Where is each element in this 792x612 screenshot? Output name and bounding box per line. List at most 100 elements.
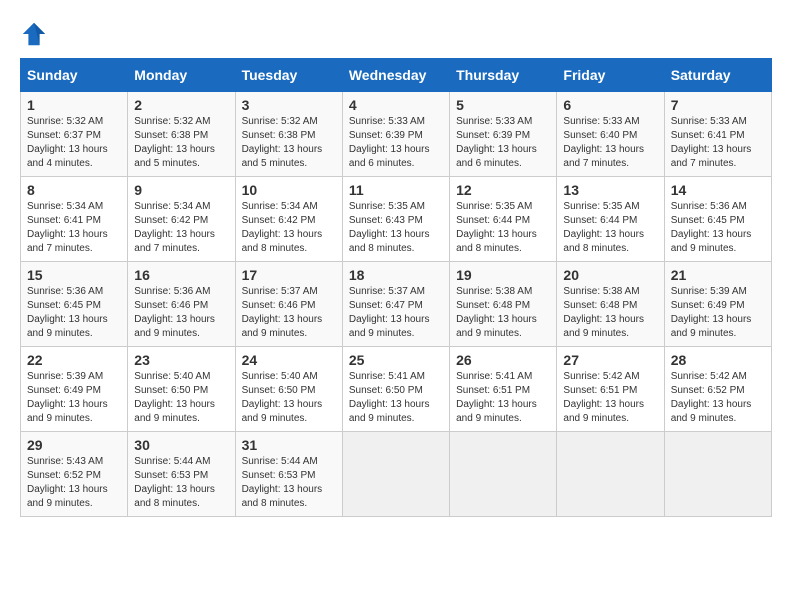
logo-icon [20,20,48,48]
day-number: 10 [242,182,336,198]
calendar-day-cell: 19 Sunrise: 5:38 AM Sunset: 6:48 PM Dayl… [450,262,557,347]
sunrise-label: Sunrise: 5:38 AM [563,286,639,297]
day-info: Sunrise: 5:32 AM Sunset: 6:38 PM Dayligh… [242,115,336,171]
calendar-day-cell: 22 Sunrise: 5:39 AM Sunset: 6:49 PM Dayl… [21,347,128,432]
day-number: 6 [563,97,657,113]
sunset-label: Sunset: 6:39 PM [456,130,530,141]
sunset-label: Sunset: 6:50 PM [349,385,423,396]
calendar-day-cell: 20 Sunrise: 5:38 AM Sunset: 6:48 PM Dayl… [557,262,664,347]
calendar-day-cell: 6 Sunrise: 5:33 AM Sunset: 6:40 PM Dayli… [557,92,664,177]
page-header [20,20,772,48]
daylight-label: Daylight: 13 hours and 7 minutes. [134,229,215,254]
sunrise-label: Sunrise: 5:32 AM [134,116,210,127]
day-info: Sunrise: 5:34 AM Sunset: 6:41 PM Dayligh… [27,200,121,256]
daylight-label: Daylight: 13 hours and 5 minutes. [242,144,323,169]
sunrise-label: Sunrise: 5:34 AM [134,201,210,212]
sunset-label: Sunset: 6:46 PM [242,300,316,311]
calendar-week-row: 8 Sunrise: 5:34 AM Sunset: 6:41 PM Dayli… [21,177,772,262]
day-number: 11 [349,182,443,198]
sunset-label: Sunset: 6:37 PM [27,130,101,141]
sunset-label: Sunset: 6:41 PM [27,215,101,226]
daylight-label: Daylight: 13 hours and 9 minutes. [349,314,430,339]
sunset-label: Sunset: 6:50 PM [242,385,316,396]
day-info: Sunrise: 5:40 AM Sunset: 6:50 PM Dayligh… [134,370,228,426]
day-number: 19 [456,267,550,283]
calendar-day-cell: 25 Sunrise: 5:41 AM Sunset: 6:50 PM Dayl… [342,347,449,432]
day-info: Sunrise: 5:42 AM Sunset: 6:51 PM Dayligh… [563,370,657,426]
sunrise-label: Sunrise: 5:44 AM [242,456,318,467]
sunset-label: Sunset: 6:52 PM [671,385,745,396]
day-number: 27 [563,352,657,368]
calendar-day-cell: 27 Sunrise: 5:42 AM Sunset: 6:51 PM Dayl… [557,347,664,432]
day-info: Sunrise: 5:41 AM Sunset: 6:50 PM Dayligh… [349,370,443,426]
day-info: Sunrise: 5:37 AM Sunset: 6:46 PM Dayligh… [242,285,336,341]
sunset-label: Sunset: 6:48 PM [563,300,637,311]
day-number: 15 [27,267,121,283]
sunrise-label: Sunrise: 5:39 AM [671,286,747,297]
daylight-label: Daylight: 13 hours and 9 minutes. [563,399,644,424]
daylight-label: Daylight: 13 hours and 5 minutes. [134,144,215,169]
calendar-day-cell: 13 Sunrise: 5:35 AM Sunset: 6:44 PM Dayl… [557,177,664,262]
sunrise-label: Sunrise: 5:39 AM [27,371,103,382]
sunrise-label: Sunrise: 5:40 AM [134,371,210,382]
daylight-label: Daylight: 13 hours and 8 minutes. [134,484,215,509]
daylight-label: Daylight: 13 hours and 9 minutes. [671,399,752,424]
sunset-label: Sunset: 6:46 PM [134,300,208,311]
daylight-label: Daylight: 13 hours and 7 minutes. [563,144,644,169]
sunrise-label: Sunrise: 5:44 AM [134,456,210,467]
calendar-day-cell: 12 Sunrise: 5:35 AM Sunset: 6:44 PM Dayl… [450,177,557,262]
day-number: 5 [456,97,550,113]
sunset-label: Sunset: 6:41 PM [671,130,745,141]
sunrise-label: Sunrise: 5:36 AM [134,286,210,297]
day-info: Sunrise: 5:33 AM Sunset: 6:41 PM Dayligh… [671,115,765,171]
sunrise-label: Sunrise: 5:34 AM [242,201,318,212]
calendar-day-cell: 17 Sunrise: 5:37 AM Sunset: 6:46 PM Dayl… [235,262,342,347]
sunset-label: Sunset: 6:53 PM [134,470,208,481]
sunset-label: Sunset: 6:38 PM [134,130,208,141]
sunrise-label: Sunrise: 5:37 AM [242,286,318,297]
day-number: 14 [671,182,765,198]
calendar-table: SundayMondayTuesdayWednesdayThursdayFrid… [20,58,772,517]
calendar-day-cell [342,432,449,517]
day-number: 25 [349,352,443,368]
day-of-week-header: Wednesday [342,59,449,92]
sunset-label: Sunset: 6:43 PM [349,215,423,226]
calendar-day-cell: 23 Sunrise: 5:40 AM Sunset: 6:50 PM Dayl… [128,347,235,432]
day-number: 26 [456,352,550,368]
sunset-label: Sunset: 6:42 PM [242,215,316,226]
sunrise-label: Sunrise: 5:32 AM [27,116,103,127]
day-number: 13 [563,182,657,198]
calendar-day-cell: 28 Sunrise: 5:42 AM Sunset: 6:52 PM Dayl… [664,347,771,432]
daylight-label: Daylight: 13 hours and 6 minutes. [456,144,537,169]
day-number: 2 [134,97,228,113]
sunrise-label: Sunrise: 5:33 AM [671,116,747,127]
sunset-label: Sunset: 6:44 PM [456,215,530,226]
day-info: Sunrise: 5:34 AM Sunset: 6:42 PM Dayligh… [134,200,228,256]
calendar-day-cell: 21 Sunrise: 5:39 AM Sunset: 6:49 PM Dayl… [664,262,771,347]
calendar-day-cell [664,432,771,517]
day-info: Sunrise: 5:35 AM Sunset: 6:43 PM Dayligh… [349,200,443,256]
sunrise-label: Sunrise: 5:42 AM [563,371,639,382]
daylight-label: Daylight: 13 hours and 8 minutes. [456,229,537,254]
calendar-day-cell: 24 Sunrise: 5:40 AM Sunset: 6:50 PM Dayl… [235,347,342,432]
sunrise-label: Sunrise: 5:36 AM [27,286,103,297]
day-info: Sunrise: 5:33 AM Sunset: 6:40 PM Dayligh… [563,115,657,171]
daylight-label: Daylight: 13 hours and 4 minutes. [27,144,108,169]
day-info: Sunrise: 5:36 AM Sunset: 6:46 PM Dayligh… [134,285,228,341]
daylight-label: Daylight: 13 hours and 8 minutes. [242,229,323,254]
day-info: Sunrise: 5:32 AM Sunset: 6:38 PM Dayligh… [134,115,228,171]
day-number: 9 [134,182,228,198]
sunset-label: Sunset: 6:44 PM [563,215,637,226]
day-number: 30 [134,437,228,453]
sunrise-label: Sunrise: 5:41 AM [456,371,532,382]
day-info: Sunrise: 5:41 AM Sunset: 6:51 PM Dayligh… [456,370,550,426]
day-info: Sunrise: 5:37 AM Sunset: 6:47 PM Dayligh… [349,285,443,341]
day-info: Sunrise: 5:36 AM Sunset: 6:45 PM Dayligh… [671,200,765,256]
calendar-day-cell: 2 Sunrise: 5:32 AM Sunset: 6:38 PM Dayli… [128,92,235,177]
sunrise-label: Sunrise: 5:33 AM [456,116,532,127]
day-number: 31 [242,437,336,453]
logo [20,20,52,48]
day-of-week-header: Sunday [21,59,128,92]
sunrise-label: Sunrise: 5:40 AM [242,371,318,382]
calendar-day-cell: 4 Sunrise: 5:33 AM Sunset: 6:39 PM Dayli… [342,92,449,177]
